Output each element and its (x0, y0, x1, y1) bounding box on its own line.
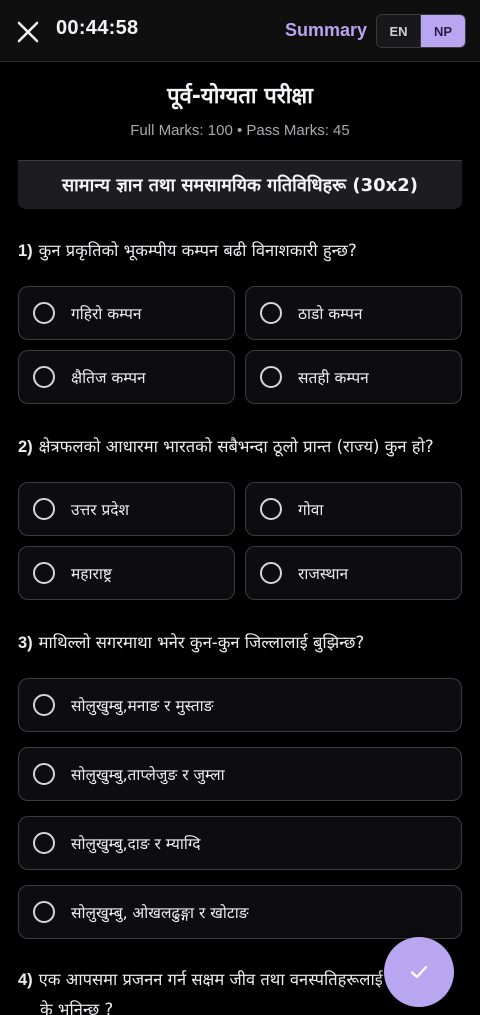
option-label: सतही कम्पन (298, 369, 369, 387)
option-label: गोवा (298, 501, 324, 519)
option-label: गहिरो कम्पन (71, 305, 142, 323)
question-text: कुन प्रकृतिको भूकम्पीय कम्पन बढी विनाशका… (38, 241, 357, 260)
radio-unselected-icon[interactable] (260, 302, 282, 324)
submit-button[interactable] (384, 937, 454, 1007)
q3-option-a[interactable]: सोलुखुम्बु,मनाङ र मुस्ताङ (18, 678, 462, 732)
question-text: के भनिन्छ ? (40, 1000, 114, 1015)
radio-unselected-icon[interactable] (260, 562, 282, 584)
question-number: 1) (18, 242, 33, 260)
radio-unselected-icon[interactable] (33, 832, 55, 854)
option-label: महाराष्ट्र (71, 565, 112, 583)
radio-unselected-icon[interactable] (33, 763, 55, 785)
section-title: सामान्य ज्ञान तथा समसामयिक गतिविधिहरू (3… (61, 175, 419, 196)
question-text: माथिल्लो सगरमाथा भनेर कुन-कुन जिल्लालाई … (38, 633, 365, 652)
option-label: ठाडो कम्पन (298, 305, 363, 323)
question-1: 1) कुन प्रकृतिको भूकम्पीय कम्पन बढी विनाश… (18, 239, 357, 263)
option-label: सोलुखुम्बु,ताप्लेजुङ र जुम्ला (71, 766, 225, 784)
countdown-timer: 00:44:58 (56, 17, 139, 39)
q1-option-a[interactable]: गहिरो कम्पन (18, 286, 235, 340)
radio-unselected-icon[interactable] (260, 498, 282, 520)
question-number: 4) (18, 971, 33, 989)
q3-option-d[interactable]: सोलुखुम्बु, ओखलढुङ्गा र खोटाङ (18, 885, 462, 939)
question-4-continued: के भनिन्छ ? (40, 998, 113, 1015)
radio-unselected-icon[interactable] (33, 498, 55, 520)
language-toggle: EN NP (376, 14, 466, 48)
option-label: सोलुखुम्बु,दाङ र म्याग्दि (71, 835, 201, 853)
radio-unselected-icon[interactable] (33, 366, 55, 388)
section-header: सामान्य ज्ञान तथा समसामयिक गतिविधिहरू (3… (18, 161, 462, 209)
question-number: 2) (18, 438, 33, 456)
summary-link[interactable]: Summary (285, 20, 367, 41)
q2-option-d[interactable]: राजस्थान (245, 546, 462, 600)
q2-option-c[interactable]: महाराष्ट्र (18, 546, 235, 600)
q1-option-c[interactable]: क्षैतिज कम्पन (18, 350, 235, 404)
q3-option-c[interactable]: सोलुखुम्बु,दाङ र म्याग्दि (18, 816, 462, 870)
question-4: 4) एक आपसमा प्रजनन गर्न सक्षम जीव तथा वनस… (18, 968, 383, 992)
lang-en-button[interactable]: EN (377, 15, 421, 47)
question-number: 3) (18, 634, 33, 652)
lang-np-button[interactable]: NP (421, 15, 465, 47)
option-label: राजस्थान (298, 565, 349, 583)
q2-option-a[interactable]: उत्तर प्रदेश (18, 482, 235, 536)
question-2: 2) क्षेत्रफलको आधारमा भारतको सबैभन्दा ठूल… (18, 435, 434, 459)
option-label: सोलुखुम्बु, ओखलढुङ्गा र खोटाङ (71, 904, 249, 922)
option-label: सोलुखुम्बु,मनाङ र मुस्ताङ (71, 697, 214, 715)
exam-title: पूर्व-योग्यता परीक्षा (167, 84, 313, 109)
radio-unselected-icon[interactable] (33, 901, 55, 923)
radio-unselected-icon[interactable] (260, 366, 282, 388)
marks-info: Full Marks: 100 • Pass Marks: 45 (130, 122, 350, 139)
top-bar: 00:44:58 Summary EN NP (0, 0, 480, 62)
radio-unselected-icon[interactable] (33, 694, 55, 716)
question-text: एक आपसमा प्रजनन गर्न सक्षम जीव तथा वनस्प… (38, 970, 383, 989)
check-icon (410, 965, 428, 979)
q1-option-b[interactable]: ठाडो कम्पन (245, 286, 462, 340)
radio-unselected-icon[interactable] (33, 302, 55, 324)
q2-option-b[interactable]: गोवा (245, 482, 462, 536)
question-3: 3) माथिल्लो सगरमाथा भनेर कुन-कुन जिल्लाला… (18, 631, 364, 655)
close-button[interactable] (14, 18, 42, 46)
question-text: क्षेत्रफलको आधारमा भारतको सबैभन्दा ठूलो … (38, 437, 434, 456)
radio-unselected-icon[interactable] (33, 562, 55, 584)
q1-option-d[interactable]: सतही कम्पन (245, 350, 462, 404)
close-icon (17, 21, 39, 43)
option-label: क्षैतिज कम्पन (71, 369, 146, 387)
option-label: उत्तर प्रदेश (71, 501, 130, 519)
q3-option-b[interactable]: सोलुखुम्बु,ताप्लेजुङ र जुम्ला (18, 747, 462, 801)
